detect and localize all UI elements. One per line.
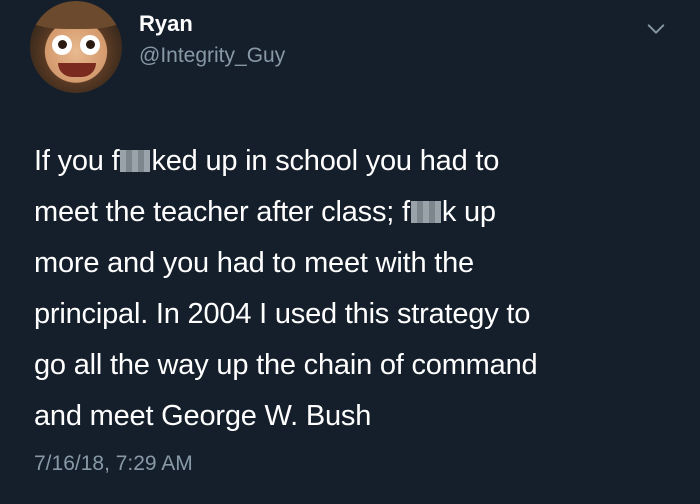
avatar-hat [30,1,122,29]
tweet-card: Ryan @Integrity_Guy If you f ked up in sc… [0,0,700,504]
tweet-line: more and you had to meet with the [34,247,474,279]
tweet-line: and meet George W. Bush [34,400,372,432]
avatar[interactable] [30,1,122,93]
censor-block [120,150,151,172]
tweet-text-fragment: k up [441,196,496,228]
tweet-text-fragment: meet the teacher after class; f [34,196,410,228]
chevron-down-icon[interactable] [645,18,667,40]
display-name[interactable]: Ryan [139,11,193,37]
tweet-line: If you f ked up in school you had to [34,136,674,187]
censor-block [410,201,441,223]
tweet-line: go all the way up the chain of command [34,349,538,381]
tweet-timestamp[interactable]: 7/16/18, 7:29 AM [34,452,193,476]
tweet-text-fragment: ked up in school you had to [151,145,500,177]
avatar-mouth [58,63,96,77]
tweet-text: If you f ked up in school you had to meet… [34,136,674,442]
tweet-text-fragment: If you f [34,145,120,177]
avatar-eye-left [52,35,72,55]
avatar-eye-right [80,35,100,55]
tweet-line: principal. In 2004 I used this strategy … [34,298,531,330]
user-handle[interactable]: @Integrity_Guy [139,44,285,68]
tweet-line: meet the teacher after class; f k up [34,187,674,238]
